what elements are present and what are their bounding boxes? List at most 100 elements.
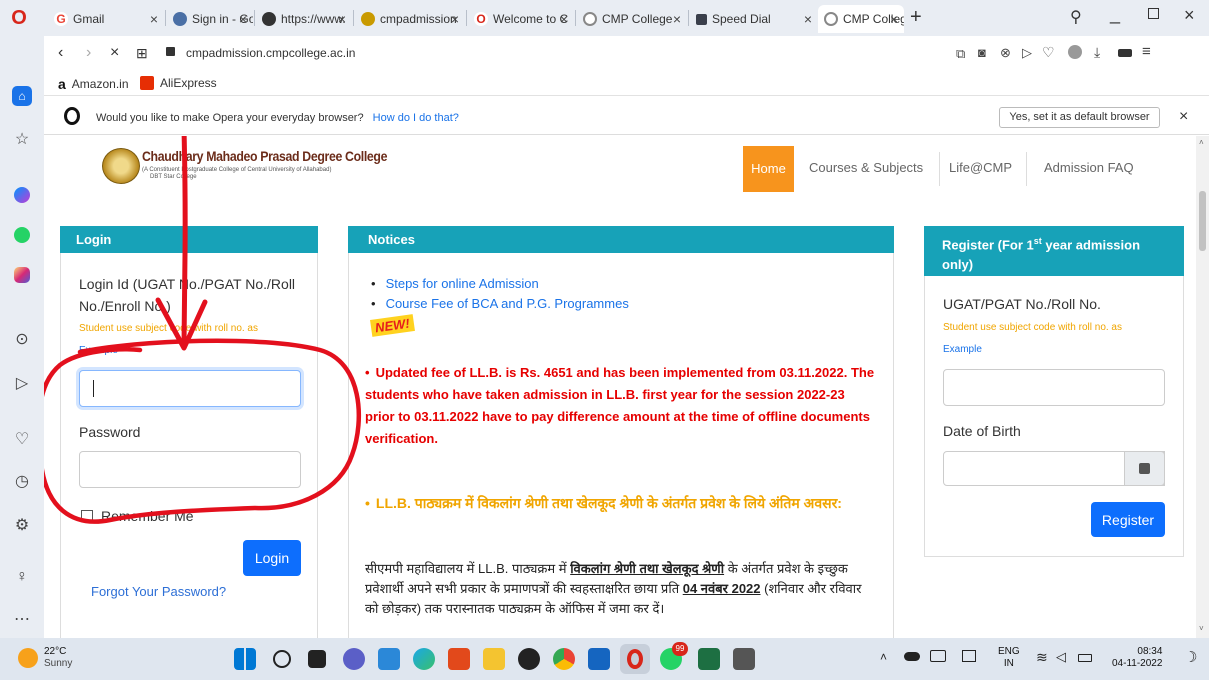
tab-label: CMP College bbox=[602, 12, 673, 26]
default-browser-prompt: Would you like to make Opera your everyd… bbox=[44, 100, 1209, 135]
display-icon[interactable] bbox=[962, 650, 976, 662]
tips-icon[interactable]: ♀ bbox=[9, 564, 35, 590]
language-code: ENG bbox=[998, 646, 1020, 657]
annotation-overlay bbox=[44, 136, 362, 524]
forward-icon[interactable]: › bbox=[86, 44, 91, 62]
close-window-icon[interactable]: × bbox=[1184, 5, 1195, 26]
tab-speed-dial[interactable]: Speed Dial × bbox=[690, 5, 818, 33]
scrollbar-thumb[interactable] bbox=[1199, 191, 1206, 251]
volume-icon[interactable]: ◁ bbox=[1056, 649, 1066, 665]
tabs-grid-icon[interactable]: ⊞ bbox=[136, 45, 148, 62]
bookmarks-bar: a Amazon.in AliExpress bbox=[44, 72, 1209, 96]
home-icon[interactable]: ⌂ bbox=[12, 86, 32, 106]
history-icon[interactable]: ◷ bbox=[9, 468, 35, 494]
excel-icon[interactable] bbox=[698, 648, 720, 670]
edge-icon[interactable] bbox=[413, 648, 435, 670]
weather-widget[interactable]: 22°C Sunny bbox=[18, 646, 72, 670]
stop-icon[interactable]: × bbox=[110, 44, 119, 62]
battery-icon[interactable] bbox=[1078, 654, 1092, 662]
set-default-button[interactable]: Yes, set it as default browser bbox=[999, 107, 1160, 128]
page-scrollbar[interactable]: ˄ ˅ bbox=[1196, 136, 1209, 638]
heart-icon[interactable]: ♡ bbox=[9, 426, 35, 452]
close-tab-icon[interactable]: × bbox=[150, 11, 158, 27]
region-code: IN bbox=[1003, 658, 1014, 669]
windows-taskbar: 22°C Sunny 99 ˄ ENG IN ≋ ◁ 08:34 04-11-2… bbox=[0, 638, 1209, 680]
tray-overflow-icon[interactable]: ˄ bbox=[880, 650, 887, 664]
messenger-icon[interactable] bbox=[9, 182, 35, 208]
wifi-icon[interactable]: ≋ bbox=[1036, 649, 1048, 666]
annotation-circle-icon bbox=[44, 338, 362, 524]
back-icon[interactable]: ‹ bbox=[58, 44, 63, 62]
sun-icon bbox=[18, 648, 38, 668]
opera-logo-icon[interactable]: O bbox=[8, 7, 30, 29]
new-tab-icon[interactable]: + bbox=[910, 6, 922, 29]
whatsapp-icon[interactable] bbox=[9, 222, 35, 248]
close-prompt-icon[interactable]: × bbox=[1179, 108, 1188, 126]
search-icon[interactable] bbox=[273, 650, 291, 668]
more-icon[interactable]: ⋯ bbox=[9, 606, 35, 632]
opera-sidebar: ⌂ ☆ ⊙ ▷ ♡ ◷ ⚙ ♀ ⋯ bbox=[0, 36, 44, 638]
search-tabs-icon[interactable]: ⚲ bbox=[1070, 7, 1082, 27]
tab-welcome[interactable]: O Welcome to C × bbox=[468, 5, 574, 33]
minimize-icon[interactable]: _ bbox=[1110, 4, 1120, 25]
tab-label: Gmail bbox=[73, 12, 105, 26]
url-field[interactable]: cmpadmission.cmpcollege.ac.in bbox=[186, 46, 355, 60]
opera-icon: O bbox=[474, 12, 488, 26]
close-tab-icon[interactable]: × bbox=[804, 11, 812, 27]
tab-https[interactable]: https://www. × bbox=[256, 5, 352, 33]
loading-icon bbox=[824, 12, 838, 26]
tab-cmpadmission[interactable]: cmpadmission × bbox=[355, 5, 465, 33]
clock[interactable]: 08:34 04-11-2022 bbox=[1112, 646, 1162, 670]
adblock-icon[interactable]: ⊗ bbox=[1000, 45, 1011, 61]
store-icon[interactable] bbox=[378, 648, 400, 670]
share-icon[interactable]: ⧉ bbox=[956, 46, 965, 62]
settings-icon[interactable]: ⚙ bbox=[9, 512, 35, 538]
calculator-icon[interactable] bbox=[733, 648, 755, 670]
cloud-icon[interactable] bbox=[904, 652, 920, 661]
bookmark-amazon[interactable]: a Amazon.in bbox=[58, 76, 129, 92]
notifications-icon[interactable]: ☽ bbox=[1184, 648, 1197, 666]
tab-cmp-college-active[interactable]: CMP College × bbox=[818, 5, 904, 33]
tab-gmail[interactable]: G Gmail × bbox=[48, 5, 164, 33]
how-do-i-link[interactable]: How do I do that? bbox=[373, 112, 459, 124]
language-indicator[interactable]: ENG IN bbox=[998, 646, 1020, 670]
bookmark-label: AliExpress bbox=[160, 76, 217, 90]
opera-logo-icon bbox=[64, 107, 80, 125]
close-tab-icon[interactable]: × bbox=[673, 11, 681, 27]
heart-icon[interactable]: ♡ bbox=[1042, 44, 1055, 61]
office-icon[interactable] bbox=[448, 648, 470, 670]
globe-icon bbox=[173, 12, 187, 26]
flow-send-icon[interactable]: ▷ bbox=[1022, 45, 1032, 61]
download-icon[interactable]: ⤓ bbox=[1094, 44, 1100, 61]
file-explorer-icon[interactable] bbox=[483, 648, 505, 670]
close-tab-icon[interactable]: × bbox=[451, 11, 459, 27]
keyboard-icon[interactable] bbox=[930, 650, 946, 662]
player-icon[interactable]: ⊙ bbox=[9, 326, 35, 352]
aliexpress-icon bbox=[140, 76, 154, 90]
close-tab-icon[interactable]: × bbox=[890, 11, 898, 27]
bookmark-label: Amazon.in bbox=[71, 77, 129, 91]
task-view-icon[interactable] bbox=[308, 650, 326, 668]
instagram-icon[interactable] bbox=[9, 262, 35, 288]
mail-icon[interactable] bbox=[588, 648, 610, 670]
bookmarks-icon[interactable]: ☆ bbox=[9, 126, 35, 152]
teams-icon[interactable] bbox=[343, 648, 365, 670]
close-tab-icon[interactable]: × bbox=[239, 11, 247, 27]
tab-cmp-college[interactable]: CMP College × bbox=[577, 5, 687, 33]
close-tab-icon[interactable]: × bbox=[338, 11, 346, 27]
flow-icon[interactable]: ▷ bbox=[9, 370, 35, 396]
address-bar: ‹ › × ⊞ cmpadmission.cmpcollege.ac.in ⧉ … bbox=[44, 36, 1209, 72]
tab-sign-in[interactable]: Sign in - Goo × bbox=[167, 5, 253, 33]
snapshot-icon[interactable]: ◙ bbox=[978, 45, 986, 60]
windows-start-icon[interactable] bbox=[234, 648, 256, 670]
loading-icon bbox=[583, 12, 597, 26]
maximize-icon[interactable] bbox=[1148, 8, 1159, 19]
close-tab-icon[interactable]: × bbox=[560, 11, 568, 27]
battery-icon[interactable] bbox=[1118, 49, 1132, 57]
chrome-icon[interactable] bbox=[553, 648, 575, 670]
profile-icon[interactable] bbox=[1068, 45, 1082, 59]
app-icon[interactable] bbox=[518, 648, 540, 670]
opera-taskbar-icon[interactable] bbox=[620, 644, 650, 674]
bookmark-aliexpress[interactable]: AliExpress bbox=[140, 76, 217, 90]
easy-setup-icon[interactable]: ≡ bbox=[1142, 43, 1151, 60]
